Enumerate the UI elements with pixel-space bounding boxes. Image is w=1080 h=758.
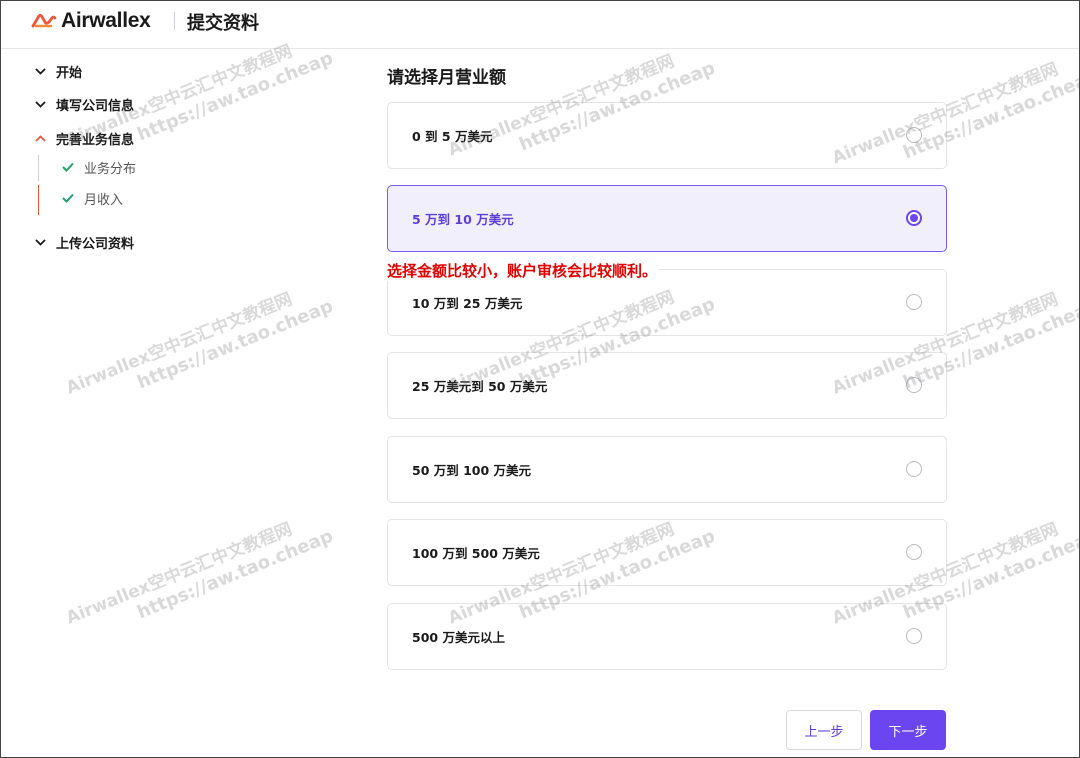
radio-button[interactable] bbox=[906, 544, 922, 560]
chevron-down-icon bbox=[31, 238, 49, 246]
substep-label: 月收入 bbox=[84, 192, 124, 208]
header: Airwallex 提交资料 bbox=[1, 1, 1079, 49]
radio-button[interactable] bbox=[906, 127, 922, 143]
sidebar-step-business-info[interactable]: 完善业务信息 bbox=[31, 127, 134, 149]
watermark-line: https://aw.tao.cheap bbox=[134, 525, 337, 624]
airwallex-logo[interactable]: Airwallex bbox=[31, 9, 151, 33]
revenue-option-5w-10w[interactable]: 5 万到 10 万美元 bbox=[387, 185, 947, 252]
header-divider bbox=[174, 12, 175, 30]
sidebar-step-label: 完善业务信息 bbox=[56, 132, 135, 148]
substep-label: 业务分布 bbox=[84, 161, 137, 177]
watermark-line: Airwallex空中云汇中文教程网 bbox=[63, 519, 295, 629]
sidebar-step-label: 上传公司资料 bbox=[56, 236, 135, 252]
revenue-option-25w-50w[interactable]: 25 万美元到 50 万美元 bbox=[387, 352, 947, 419]
sidebar-step-company-info[interactable]: 填写公司信息 bbox=[31, 93, 134, 115]
page-title: 提交资料 bbox=[187, 13, 259, 34]
sidebar-step-upload-docs[interactable]: 上传公司资料 bbox=[31, 231, 134, 253]
option-label: 50 万到 100 万美元 bbox=[412, 463, 532, 478]
next-step-button[interactable]: 下一步 bbox=[870, 710, 946, 750]
watermark-line: https://aw.tao.cheap bbox=[134, 295, 337, 394]
revenue-option-50w-100w[interactable]: 50 万到 100 万美元 bbox=[387, 436, 947, 503]
option-label: 500 万美元以上 bbox=[412, 630, 505, 645]
revenue-option-500w-plus[interactable]: 500 万美元以上 bbox=[387, 603, 947, 670]
check-icon bbox=[62, 162, 74, 172]
watermark-line: https://aw.tao.cheap bbox=[134, 47, 337, 146]
option-label: 0 到 5 万美元 bbox=[412, 129, 493, 144]
sidebar-step-label: 填写公司信息 bbox=[56, 98, 135, 114]
check-icon bbox=[62, 193, 74, 203]
airwallex-logo-icon bbox=[31, 13, 57, 28]
option-label: 5 万到 10 万美元 bbox=[412, 212, 514, 227]
prev-step-button[interactable]: 上一步 bbox=[786, 710, 862, 750]
substep-line bbox=[38, 155, 39, 181]
brand-name: Airwallex bbox=[61, 9, 151, 32]
sidebar-step-label: 开始 bbox=[56, 65, 83, 81]
watermark-line: Airwallex空中云汇中文教程网 bbox=[63, 289, 295, 399]
annotation-note: 选择金额比较小，账户审核会比较顺利。 bbox=[387, 260, 660, 281]
substep-monthly-revenue[interactable]: 月收入 bbox=[62, 188, 123, 208]
watermark: Airwallex空中云汇中文教程网 https://aw.tao.cheap bbox=[63, 275, 336, 420]
chevron-down-icon bbox=[31, 100, 49, 108]
section-title: 请选择月营业额 bbox=[387, 68, 506, 88]
chevron-up-icon bbox=[31, 134, 49, 142]
app-window: Airwallex 提交资料 开始 填写公司信息 完善业务信息 业务分布 月收入… bbox=[0, 0, 1080, 758]
option-label: 25 万美元到 50 万美元 bbox=[412, 379, 548, 394]
substep-line-active bbox=[38, 185, 39, 215]
radio-button[interactable] bbox=[906, 628, 922, 644]
radio-button-selected[interactable] bbox=[906, 210, 922, 226]
option-label: 100 万到 500 万美元 bbox=[412, 546, 540, 561]
revenue-option-100w-500w[interactable]: 100 万到 500 万美元 bbox=[387, 519, 947, 586]
substep-list: 业务分布 月收入 bbox=[38, 155, 238, 217]
sidebar-step-start[interactable]: 开始 bbox=[31, 60, 82, 82]
radio-button[interactable] bbox=[906, 294, 922, 310]
radio-button[interactable] bbox=[906, 377, 922, 393]
radio-button[interactable] bbox=[906, 461, 922, 477]
substep-business-distribution[interactable]: 业务分布 bbox=[62, 157, 136, 177]
watermark: Airwallex空中云汇中文教程网 https://aw.tao.cheap bbox=[63, 505, 336, 650]
option-label: 10 万到 25 万美元 bbox=[412, 296, 523, 311]
chevron-down-icon bbox=[31, 67, 49, 75]
revenue-option-0-5w[interactable]: 0 到 5 万美元 bbox=[387, 102, 947, 169]
